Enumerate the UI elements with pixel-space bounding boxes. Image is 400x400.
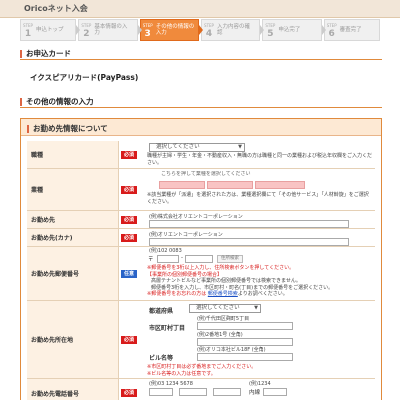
phone-local-input[interactable] bbox=[179, 388, 207, 396]
building-label: ビル名等 bbox=[149, 355, 174, 362]
company-kana-label: お勤め先(カナ) bbox=[27, 229, 119, 246]
step-label: その他の情報の入力 bbox=[155, 23, 195, 37]
building-input[interactable] bbox=[197, 353, 293, 361]
postal-example: (例)102 0083 bbox=[149, 248, 182, 254]
required-badge: 必須 bbox=[121, 389, 137, 397]
chevron-down-icon: ▼ bbox=[254, 305, 258, 311]
step-label: 基本情報の入力 bbox=[94, 23, 128, 37]
step-1: STEP 1 申込トップ bbox=[20, 19, 81, 41]
industry-hint: こちらを押して業種を選択してください bbox=[161, 171, 251, 177]
occupation-label: 職種 bbox=[27, 141, 119, 168]
extension-example: (例)1234 bbox=[249, 381, 271, 387]
street-number-input[interactable] bbox=[197, 338, 293, 346]
address-row: お勤め先所在地 必須 都道府県 選択してください ▼ 市区町村丁目 (例)千代田区… bbox=[27, 301, 375, 379]
required-badge: 必須 bbox=[121, 185, 137, 194]
work-info-panel: お勤め先情報について 職種 必須 選択してください ▼ 職種が主婦・学生・年金・不… bbox=[20, 118, 382, 400]
address-search-button[interactable]: 住所検索 bbox=[217, 255, 243, 263]
page-title: Oricoネット入会 bbox=[24, 4, 88, 13]
step-3-active: STEP 3 その他の情報の入力 bbox=[139, 19, 204, 41]
other-info-heading: その他の情報の入力 bbox=[20, 96, 382, 107]
phone-label: お勤め先電話番号 bbox=[27, 379, 119, 400]
step-label: 申込完了 bbox=[278, 26, 301, 33]
industry-row: 業種 必須 こちらを押して業種を選択してください ※該当業種が「派遣」を選択され… bbox=[27, 169, 375, 211]
postal-label: お勤め先郵便番号 bbox=[27, 247, 119, 300]
step-label: 申込トップ bbox=[36, 26, 64, 33]
required-badge: 必須 bbox=[121, 335, 137, 344]
apply-card-heading: お申込カード bbox=[20, 48, 382, 59]
divider bbox=[20, 59, 382, 60]
industry-field-2[interactable] bbox=[207, 181, 253, 189]
prefecture-select[interactable]: 選択してください ▼ bbox=[189, 304, 261, 313]
card-name: イクスピアリカード(PayPass) bbox=[30, 73, 139, 82]
industry-field-3[interactable] bbox=[255, 181, 305, 189]
step-progress: STEP 1 申込トップ STEP 2 基本情報の入力 STEP 3 その他の情報の入… bbox=[20, 19, 382, 43]
postal-code-second[interactable] bbox=[185, 255, 213, 263]
divider bbox=[20, 107, 382, 108]
step-5: STEP 5 申込完了 bbox=[262, 19, 326, 41]
company-label: お勤め先 bbox=[27, 211, 119, 228]
required-badge: 必須 bbox=[121, 215, 137, 224]
step-label: 入力内容の確認 bbox=[217, 23, 251, 37]
occupation-select[interactable]: 選択してください ▼ bbox=[149, 143, 245, 152]
optional-badge: 任意 bbox=[121, 269, 137, 278]
occupation-row: 職種 必須 選択してください ▼ 職種が主婦・学生・年金・不動産収入・無職の方は職… bbox=[27, 141, 375, 169]
address-notes: ※市区町村丁目は必ず番地までご入力ください。 ※ビル名等の入力は任意です。 bbox=[147, 364, 257, 377]
city-input[interactable] bbox=[197, 322, 293, 330]
industry-field-1[interactable] bbox=[159, 181, 205, 189]
phone-example: (例)03 1234 5678 bbox=[149, 381, 193, 387]
industry-label: 業種 bbox=[27, 169, 119, 210]
step-2: STEP 2 基本情報の入力 bbox=[78, 19, 142, 41]
phone-row: お勤め先電話番号 必須 (例)03 1234 5678 (例)1234 内線 bbox=[27, 379, 375, 400]
postal-mark: 〒 bbox=[148, 257, 154, 263]
postal-search-link[interactable]: 郵便番号検索 bbox=[208, 291, 238, 297]
phone-number-input[interactable] bbox=[213, 388, 241, 396]
step-4: STEP 4 入力内容の確認 bbox=[201, 19, 265, 41]
postal-row: お勤め先郵便番号 任意 (例)102 0083 〒 - 住所検索 ※郵便番号を3… bbox=[27, 247, 375, 301]
company-input[interactable] bbox=[149, 220, 349, 228]
company-kana-input[interactable] bbox=[149, 238, 349, 246]
required-badge: 必須 bbox=[121, 233, 137, 242]
step-label: 審査完了 bbox=[339, 26, 362, 33]
extension-label: 内線 bbox=[249, 390, 261, 396]
company-kana-row: お勤め先(カナ) 必須 (例)オリエントコーポレーション bbox=[27, 229, 375, 247]
step-6: STEP 6 審査完了 bbox=[323, 19, 381, 41]
address-label: お勤め先所在地 bbox=[27, 301, 119, 378]
top-bar: Oricoネット入会 bbox=[0, 0, 400, 18]
prefecture-label: 都道府県 bbox=[149, 308, 174, 315]
occupation-note: 職種が主婦・学生・年金・不動産収入・無職の方は職種と同一の業種および税込年収欄を… bbox=[147, 153, 373, 166]
work-info-heading: お勤め先情報について bbox=[21, 119, 381, 136]
postal-notes: ※郵便番号を3桁以上入力し、住所検索ボタンを押してください。 【事業所の個別郵便… bbox=[147, 265, 334, 297]
phone-area-input[interactable] bbox=[149, 388, 173, 396]
postal-code-first[interactable] bbox=[157, 255, 179, 263]
extension-input[interactable] bbox=[263, 388, 287, 396]
chevron-down-icon: ▼ bbox=[238, 144, 242, 150]
city-label: 市区町村丁目 bbox=[149, 325, 186, 332]
industry-note: ※該当業種が「派遣」を選択された方は、業種選択欄にて「その他サービス」「人材斡旋… bbox=[147, 192, 369, 205]
company-row: お勤め先 必須 (例)株式会社オリエントコーポレーション bbox=[27, 211, 375, 229]
required-badge: 必須 bbox=[121, 150, 137, 159]
